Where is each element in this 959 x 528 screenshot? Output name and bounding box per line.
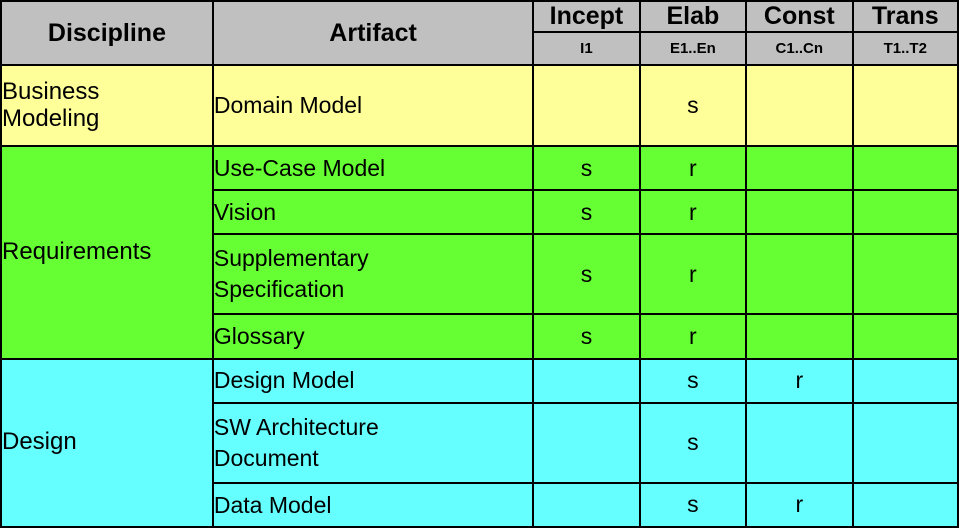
header-row-main: Discipline Artifact Incept Elab Const Tr… — [0, 0, 959, 66]
mark-glossary-incept: s — [532, 313, 641, 360]
mark-vision-incept: s — [532, 189, 641, 236]
mark-data-model-elab: s — [638, 481, 748, 528]
header-discipline: Discipline — [0, 0, 214, 66]
header-phase-trans: Trans — [851, 0, 959, 33]
mark-data-model-const: r — [745, 481, 854, 528]
mark-use-case-model-elab: r — [638, 145, 748, 192]
mark-design-model-elab: s — [638, 357, 748, 404]
mark-design-model-incept — [532, 357, 641, 404]
mark-vision-trans — [851, 189, 959, 236]
header-phase-const: Const — [745, 0, 854, 33]
artifact-label-line1: Data Model — [213, 491, 332, 518]
artifact-label-line2: Specification — [213, 276, 345, 303]
artifact-label-line1: Design Model — [213, 367, 355, 394]
discipline-label-line2: Modeling — [2, 104, 100, 132]
header-iterations-const: C1..Cn — [745, 31, 854, 66]
artifact-label-line1: Use-Case Model — [213, 154, 386, 181]
table-row: Requirements Use-Case Model s r — [0, 145, 959, 360]
artifact-domain-model: Domain Model — [211, 63, 535, 148]
mark-vision-elab: r — [638, 189, 748, 236]
discipline-label-line1: Business — [2, 77, 100, 105]
artifact-label-line1: SW Architecture — [213, 413, 379, 440]
mark-use-case-model-trans — [851, 145, 959, 192]
mark-data-model-trans — [851, 481, 959, 528]
discipline-label-line1: Requirements — [2, 237, 152, 265]
header-phase-elab: Elab — [638, 0, 748, 33]
artifact-label-line1: Domain Model — [213, 92, 363, 119]
mark-sw-architecture-document-elab: s — [638, 401, 748, 484]
artifact-supplementary-specification: Supplementary Specification — [211, 233, 535, 316]
artifact-label-line1: Vision — [213, 199, 277, 226]
mark-supplementary-specification-trans — [851, 233, 959, 316]
mark-use-case-model-const — [745, 145, 854, 192]
mark-supplementary-specification-elab: r — [638, 233, 748, 316]
mark-design-model-trans — [851, 357, 959, 404]
artifact-vision: Vision — [211, 189, 535, 236]
discipline-design: Design — [0, 357, 214, 528]
artifact-label-line1: Glossary — [213, 323, 305, 350]
artifact-data-model: Data Model — [211, 481, 535, 528]
artifact-design-model: Design Model — [211, 357, 535, 404]
mark-supplementary-specification-const — [745, 233, 854, 316]
rup-discipline-artifact-phase-table: Discipline Artifact Incept Elab Const Tr… — [0, 0, 959, 528]
discipline-requirements: Requirements — [0, 145, 214, 360]
discipline-business-modeling: Business Modeling — [0, 63, 214, 148]
mark-sw-architecture-document-const — [745, 401, 854, 484]
artifact-label-line2: Document — [213, 444, 319, 471]
artifact-sw-architecture-document: SW Architecture Document — [211, 401, 535, 484]
table-row: Business Modeling Domain Model s — [0, 63, 959, 148]
mark-sw-architecture-document-incept — [532, 401, 641, 484]
mark-domain-model-const — [745, 63, 854, 148]
discipline-label-line1: Design — [2, 428, 77, 456]
header-iterations-incept: I1 — [532, 31, 641, 66]
mark-sw-architecture-document-trans — [851, 401, 959, 484]
artifact-label-line1: Supplementary — [213, 245, 369, 272]
mark-domain-model-incept — [532, 63, 641, 148]
table-row: Design Design Model s r — [0, 357, 959, 528]
mark-domain-model-elab: s — [638, 63, 748, 148]
mark-glossary-trans — [851, 313, 959, 360]
header-artifact: Artifact — [211, 0, 535, 66]
mark-design-model-const: r — [745, 357, 854, 404]
header-iterations-trans: T1..T2 — [851, 31, 959, 66]
header-iterations-elab: E1..En — [638, 31, 748, 66]
header-phase-incept: Incept — [532, 0, 641, 33]
mark-glossary-elab: r — [638, 313, 748, 360]
mark-domain-model-trans — [851, 63, 959, 148]
mark-use-case-model-incept: s — [532, 145, 641, 192]
mark-supplementary-specification-incept: s — [532, 233, 641, 316]
mark-vision-const — [745, 189, 854, 236]
artifact-use-case-model: Use-Case Model — [211, 145, 535, 192]
artifact-glossary: Glossary — [211, 313, 535, 360]
mark-data-model-incept — [532, 481, 641, 528]
mark-glossary-const — [745, 313, 854, 360]
